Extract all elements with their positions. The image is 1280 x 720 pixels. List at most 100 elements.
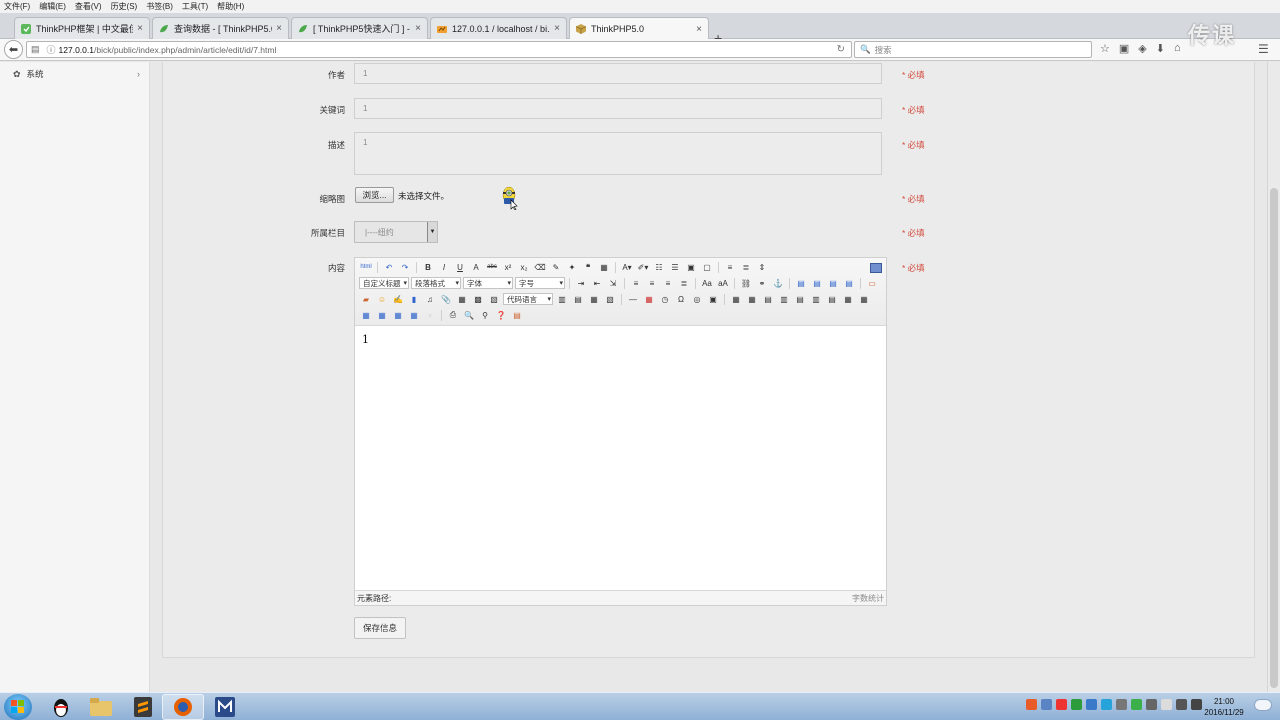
underline-icon[interactable]: U — [453, 261, 467, 274]
menu-view[interactable]: 查看(V) — [75, 1, 102, 12]
back-button[interactable]: ⬅ — [4, 40, 23, 59]
page-scrollbar[interactable] — [1267, 62, 1280, 692]
category-select[interactable]: |----纽约 ▼ — [354, 221, 438, 243]
delete-row-icon[interactable]: ▤ — [793, 293, 807, 306]
taskbar-app-m[interactable] — [204, 694, 246, 720]
taskbar-qq[interactable] — [40, 694, 82, 720]
reload-icon[interactable]: ↻ — [837, 44, 845, 55]
image-none-icon[interactable]: ▤ — [794, 277, 808, 290]
font-family-select[interactable]: 字体 — [463, 277, 513, 289]
delete-table-icon[interactable]: ▦ — [745, 293, 759, 306]
page-break-icon[interactable]: ▥ — [555, 293, 569, 306]
close-icon[interactable]: × — [696, 24, 702, 35]
clipboard-icon[interactable]: ▣ — [1119, 42, 1129, 55]
info-icon[interactable]: ⓘ — [47, 43, 56, 56]
link-icon[interactable]: ⛓ — [739, 277, 753, 290]
code-language-select[interactable]: 代码语言 — [503, 293, 553, 305]
tray-network-icon[interactable] — [1086, 699, 1097, 710]
font-color-icon[interactable]: A▾ — [620, 261, 634, 274]
to-lowercase-icon[interactable]: aA — [716, 277, 730, 290]
search-replace-icon[interactable]: ⚲ — [478, 309, 492, 322]
eraser-icon[interactable]: ⌫ — [533, 261, 547, 274]
select-all-icon[interactable]: ▣ — [684, 261, 698, 274]
paragraph-select[interactable]: 段落格式 — [411, 277, 461, 289]
blockquote-icon[interactable]: ❝ — [581, 261, 595, 274]
taskbar-explorer[interactable] — [80, 694, 122, 720]
tray-green-icon[interactable] — [1131, 699, 1142, 710]
anchor-icon[interactable]: ⚓ — [771, 277, 785, 290]
font-size-select[interactable]: 字号 — [515, 277, 565, 289]
split-cols-icon[interactable]: ▦ — [407, 309, 421, 322]
special-chars-icon[interactable]: Ω — [674, 293, 688, 306]
merge-down-icon[interactable]: ▦ — [359, 309, 373, 322]
menu-bookmarks[interactable]: 书签(B) — [146, 1, 173, 12]
align-center-icon[interactable]: ≡ — [645, 277, 659, 290]
close-icon[interactable]: × — [276, 23, 282, 34]
image-right-icon[interactable]: ▤ — [826, 277, 840, 290]
home-icon[interactable]: ⌂ — [1174, 42, 1181, 55]
music-icon[interactable]: ♫ — [423, 293, 437, 306]
bold-icon[interactable]: B — [421, 261, 435, 274]
menu-history[interactable]: 历史(S) — [111, 1, 138, 12]
tab-thinkphp5-active[interactable]: ThinkPHP5.0 × — [569, 17, 709, 40]
insert-frame-icon[interactable]: ▧ — [487, 293, 501, 306]
insert-table-icon[interactable]: ▦ — [729, 293, 743, 306]
pasteplain-icon[interactable]: ▦ — [597, 261, 611, 274]
insert-paragraph-icon[interactable]: ▤ — [761, 293, 775, 306]
keywords-field[interactable]: 1 — [354, 98, 882, 119]
scrawl-icon[interactable]: ✍ — [391, 293, 405, 306]
menu-edit[interactable]: 编辑(E) — [39, 1, 66, 12]
hamburger-menu-icon[interactable]: ☰ — [1258, 42, 1269, 56]
download-icon[interactable]: ⬇ — [1156, 42, 1165, 55]
chart-icon[interactable]: ▫ — [423, 309, 437, 322]
background-icon[interactable]: ▦ — [587, 293, 601, 306]
insert-video-icon[interactable]: ▮ — [407, 293, 421, 306]
merge-cells-icon[interactable]: ▦ — [841, 293, 855, 306]
menu-file[interactable]: 文件(F) — [4, 1, 30, 12]
emotion-icon[interactable]: ☺ — [375, 293, 389, 306]
align-left-icon[interactable]: ≡ — [629, 277, 643, 290]
horizontal-rule-icon[interactable]: — — [626, 293, 640, 306]
start-button[interactable] — [4, 694, 32, 720]
delete-col-icon[interactable]: ▤ — [825, 293, 839, 306]
direction-ltr-icon[interactable]: ⇥ — [574, 277, 588, 290]
subscript-icon[interactable]: x₂ — [517, 261, 531, 274]
unordered-list-icon[interactable]: ☰ — [668, 261, 682, 274]
align-justify-icon[interactable]: ≣ — [677, 277, 691, 290]
tray-shield-icon[interactable] — [1071, 699, 1082, 710]
split-rows-icon[interactable]: ▦ — [391, 309, 405, 322]
menu-tools[interactable]: 工具(T) — [182, 1, 208, 12]
line-height-icon[interactable]: ⇕ — [755, 261, 769, 274]
search-input[interactable]: 🔍 搜索 — [854, 41, 1092, 58]
date-icon[interactable]: ▦ — [642, 293, 656, 306]
image-center-icon[interactable]: ▤ — [842, 277, 856, 290]
row-spacing-top-icon[interactable]: ≡ — [723, 261, 737, 274]
image-left-icon[interactable]: ▤ — [810, 277, 824, 290]
split-cells-icon[interactable]: ▦ — [375, 309, 389, 322]
superscript-icon[interactable]: x² — [501, 261, 515, 274]
tab-query-data[interactable]: 查询数据 - [ ThinkPHP5.0... × — [152, 17, 289, 39]
tab-phpmyadmin[interactable]: 127.0.0.1 / localhost / bi... × — [430, 17, 567, 39]
taskbar-clock[interactable]: 21:00 2016/11/29 — [1196, 696, 1252, 718]
menu-help[interactable]: 帮助(H) — [217, 1, 244, 12]
tab-thinkphp-home[interactable]: ThinkPHP框架 | 中文最佳... × — [14, 17, 150, 39]
scrollbar-thumb[interactable] — [1270, 188, 1278, 688]
close-icon[interactable]: × — [415, 23, 421, 34]
cloud-icon[interactable] — [1254, 699, 1272, 711]
undo-icon[interactable]: ↶ — [382, 261, 396, 274]
fullscreen-icon[interactable] — [870, 263, 882, 273]
tray-chevron-icon[interactable] — [1041, 699, 1052, 710]
insert-image-icon[interactable]: ▰ — [359, 293, 373, 306]
custom-style-select[interactable]: 自定义标题 — [359, 277, 409, 289]
tray-sogou-icon[interactable] — [1056, 699, 1067, 710]
close-icon[interactable]: × — [554, 23, 560, 34]
direction-rtl-icon[interactable]: ⇤ — [590, 277, 604, 290]
sidebar-item-system[interactable]: ✿ 系统 › — [0, 66, 150, 82]
tray-monitor-icon[interactable] — [1146, 699, 1157, 710]
align-right-icon[interactable]: ≡ — [661, 277, 675, 290]
simple-upload-icon[interactable]: ▭ — [865, 277, 879, 290]
row-spacing-bottom-icon[interactable]: ≣ — [739, 261, 753, 274]
background-color-icon[interactable]: ✐▾ — [636, 261, 650, 274]
tab-quickstart[interactable]: [ ThinkPHP5快速入门 ] - ... × — [291, 17, 428, 39]
description-textarea[interactable]: 1 — [354, 132, 882, 175]
